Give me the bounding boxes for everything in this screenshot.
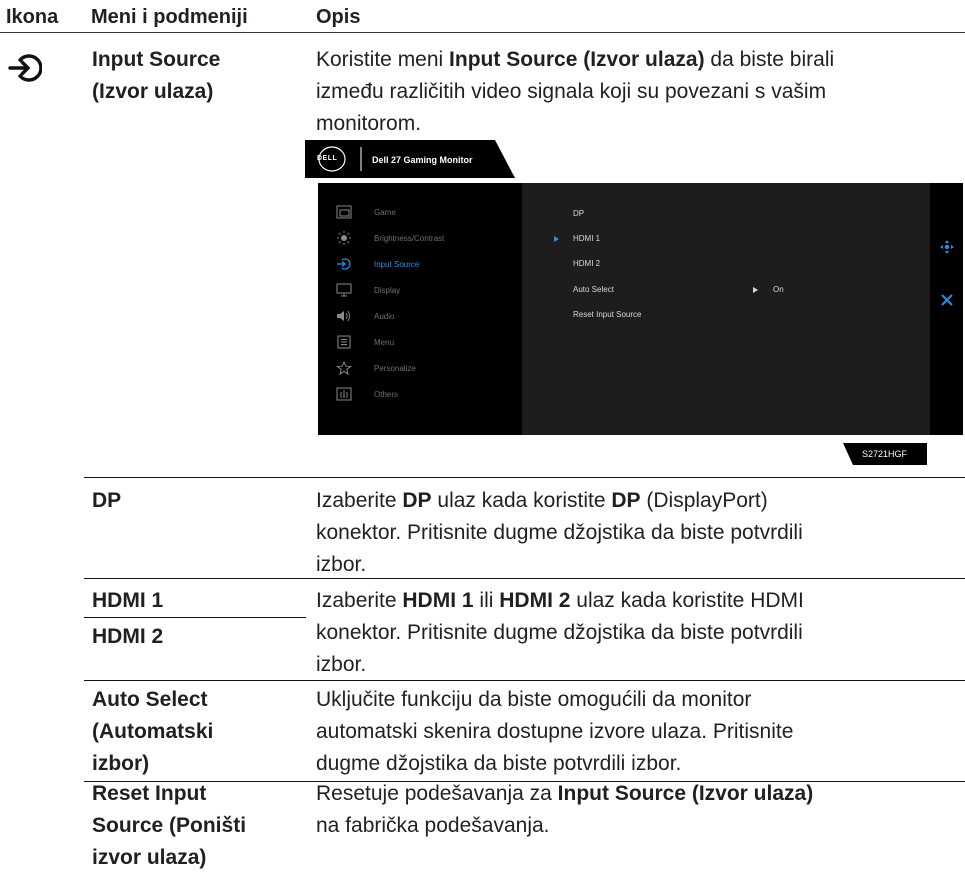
osd-sub-dp[interactable]: DP: [573, 209, 584, 218]
input-source-icon: [8, 54, 42, 82]
audio-icon: [337, 310, 350, 322]
input-source-description: Koristite meni Input Source (Izvor ulaza…: [316, 48, 835, 135]
osd-menu-game[interactable]: Game: [328, 203, 518, 223]
osd-menu-personalize[interactable]: Personalize: [328, 359, 518, 379]
osd-menu-audio[interactable]: Audio: [328, 307, 518, 327]
auto-select-description: Uključite funkciju da biste omogućili da…: [316, 688, 794, 775]
reset-title: Reset Input Source (Poništi izvor ulaza): [92, 782, 247, 869]
joystick-icon[interactable]: [940, 240, 954, 254]
osd-menu-brightness[interactable]: Brightness/Contrast: [328, 229, 518, 249]
header-rule: [0, 32, 965, 33]
osd-sub-hdmi1[interactable]: HDMI 1: [573, 234, 600, 243]
osd-menu-menu[interactable]: Menu: [328, 333, 518, 353]
hdmi2-title: HDMI 2: [92, 625, 164, 648]
header-icon: Ikona: [6, 6, 59, 28]
osd-sub-hdmi2[interactable]: HDMI 2: [573, 259, 600, 268]
header-menu: Meni i podmeniji: [91, 6, 248, 28]
osd-menu-others[interactable]: Others: [328, 385, 518, 405]
hdmi1-title: HDMI 1: [92, 589, 164, 612]
hdmi-description: Izaberite HDMI 1 ili HDMI 2 ulaz kada ko…: [316, 589, 804, 676]
dp-title: DP: [92, 489, 122, 512]
osd-sub-auto-value: On: [773, 285, 784, 294]
others-icon: [336, 387, 352, 401]
osd-main-menu: Game Brightness/Contrast Input Source Di…: [318, 183, 522, 435]
row-rule-hdmi1: [84, 578, 965, 579]
header-description: Opis: [316, 6, 361, 28]
reset-description: Resetuje podešavanja za Input Source (Iz…: [316, 782, 814, 837]
osd-title: Dell 27 Gaming Monitor: [372, 155, 473, 165]
brightness-icon: [337, 231, 351, 245]
row-rule-auto: [84, 680, 965, 681]
auto-select-arrow-icon: [753, 287, 758, 293]
dell-logo: DELL: [317, 155, 338, 162]
input-source-title: Input Source (Izvor ulaza): [92, 48, 221, 103]
osd-sub-auto-select[interactable]: Auto Select: [573, 285, 614, 294]
osd-menu: Game Brightness/Contrast Input Source Di…: [318, 183, 963, 435]
dp-description: Izaberite DP ulaz kada koristite DP (Dis…: [316, 489, 803, 576]
close-icon[interactable]: [941, 294, 953, 306]
selected-arrow-icon: [554, 236, 559, 242]
osd-menu-display[interactable]: Display: [328, 281, 518, 301]
osd-sub-reset[interactable]: Reset Input Source: [573, 310, 641, 319]
osd-nav-column: [930, 183, 963, 435]
game-icon: [336, 205, 352, 219]
menu-icon: [337, 335, 351, 349]
display-icon: [336, 283, 352, 297]
model-label: S2721HGF: [862, 449, 908, 459]
row-rule-hdmi2: [84, 617, 306, 618]
osd-submenu: [522, 183, 930, 435]
row-rule-dp: [84, 477, 965, 478]
input-source-icon-small: [337, 258, 351, 270]
osd-menu-input-source[interactable]: Input Source: [328, 255, 518, 275]
star-icon: [336, 361, 352, 375]
auto-select-title: Auto Select (Automatski izbor): [92, 688, 214, 775]
